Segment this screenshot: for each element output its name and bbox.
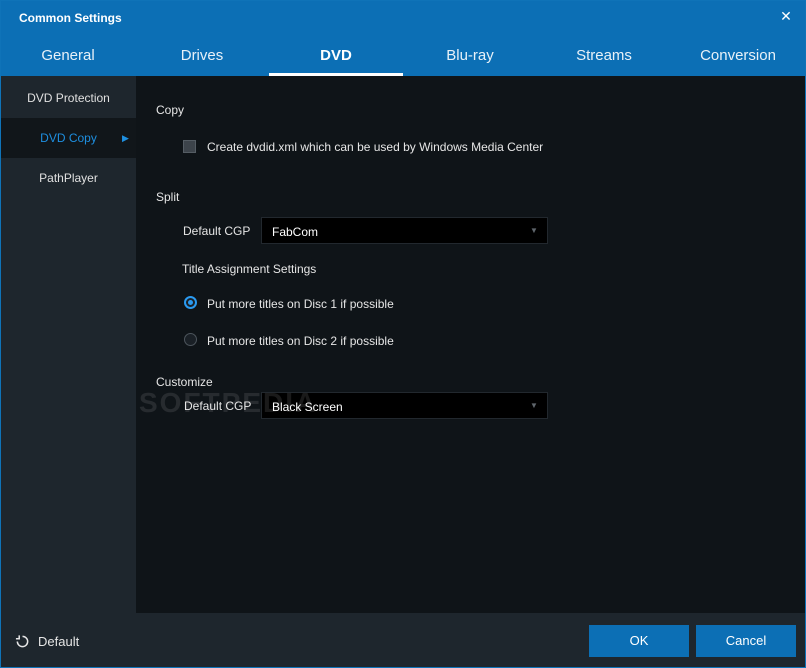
chevron-right-icon: ▶ [122,133,129,143]
split-cgp-label: Default CGP [183,224,251,238]
chevron-down-icon: ▼ [530,226,538,235]
radio-disc1[interactable] [184,296,197,309]
default-label: Default [38,633,80,649]
window-title: Common Settings [19,11,122,25]
settings-window: Common Settings ✕ General Drives DVD Blu… [0,0,806,668]
sidebar-item-label: DVD Copy [40,131,97,145]
title-assignment-label: Title Assignment Settings [182,262,317,276]
header-bar: Common Settings ✕ General Drives DVD Blu… [1,1,805,76]
split-cgp-value: FabCom [272,225,319,239]
dvdid-checkbox-label: Create dvdid.xml which can be used by Wi… [207,140,544,154]
footer-bar: Default OK Cancel [1,613,805,667]
customize-cgp-select[interactable]: Black Screen ▼ [261,392,548,419]
sidebar-item-dvd-copy[interactable]: DVD Copy ▶ [1,118,136,158]
sidebar-item-dvd-protection[interactable]: DVD Protection [1,78,136,118]
tab-streams[interactable]: Streams [537,37,671,76]
radio-disc2[interactable] [184,333,197,346]
reset-icon [15,634,29,647]
customize-section-title: Customize [156,375,213,389]
sidebar: DVD Protection DVD Copy ▶ PathPlayer [1,76,136,613]
close-icon: ✕ [780,8,792,24]
dvdid-checkbox[interactable] [183,140,196,153]
default-button[interactable]: Default [15,633,79,649]
sidebar-item-pathplayer[interactable]: PathPlayer [1,158,136,198]
customize-cgp-value: Black Screen [272,400,343,414]
cancel-button[interactable]: Cancel [696,625,796,657]
radio-disc2-label: Put more titles on Disc 2 if possible [207,334,394,348]
close-button[interactable]: ✕ [777,7,795,25]
tab-conversion[interactable]: Conversion [671,37,805,76]
content-panel: Copy Create dvdid.xml which can be used … [136,76,805,613]
chevron-down-icon: ▼ [530,401,538,410]
tab-blu-ray[interactable]: Blu-ray [403,37,537,76]
split-cgp-select[interactable]: FabCom ▼ [261,217,548,244]
split-section-title: Split [156,190,180,204]
tab-dvd[interactable]: DVD [269,37,403,76]
customize-cgp-label: Default CGP [184,399,252,413]
copy-section-title: Copy [156,103,185,117]
tab-bar: General Drives DVD Blu-ray Streams Conve… [1,37,805,76]
radio-disc1-label: Put more titles on Disc 1 if possible [207,297,394,311]
tab-drives[interactable]: Drives [135,37,269,76]
ok-button[interactable]: OK [589,625,689,657]
tab-general[interactable]: General [1,37,135,76]
